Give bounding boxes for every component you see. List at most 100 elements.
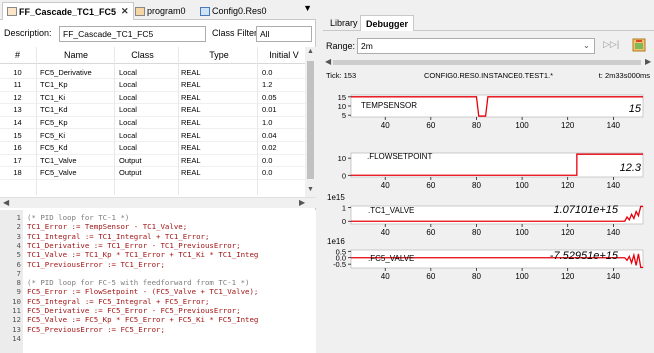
variable-class[interactable]: Local xyxy=(119,118,183,127)
scroll-thumb[interactable] xyxy=(333,60,641,65)
table-row[interactable]: 17 TC1_Valve Output REAL 0.0 xyxy=(0,154,305,166)
variable-type[interactable]: REAL xyxy=(181,118,257,127)
variable-name[interactable]: FC5_Derivative xyxy=(40,68,112,77)
variable-name[interactable]: TC1_Valve xyxy=(40,156,112,165)
variable-name[interactable]: TC1_Ki xyxy=(40,93,112,102)
table-row[interactable]: 12 TC1_Ki Local REAL 0.05 xyxy=(0,91,305,103)
column-header-type[interactable]: Type xyxy=(181,50,257,60)
initial-value[interactable]: 0.01 xyxy=(262,105,305,114)
initial-value[interactable]: 0.02 xyxy=(262,143,305,152)
pause-icon[interactable]: ▷▷| xyxy=(603,39,619,53)
variable-type[interactable]: REAL xyxy=(181,68,257,77)
table-row[interactable]: 13 TC1_Kd Local REAL 0.01 xyxy=(0,104,305,116)
scroll-thumb[interactable] xyxy=(307,61,314,179)
variable-class[interactable]: Local xyxy=(119,80,183,89)
initial-value[interactable]: 1.2 xyxy=(262,80,305,89)
range-select[interactable]: 2m ⌄ xyxy=(357,38,595,54)
code-statement: TC1_Error := TempSensor - TC1_Valve; xyxy=(27,222,188,232)
debug-graph[interactable]: 10040 60 80 100 120 140.FLOWSETPOINT12.3 xyxy=(338,152,644,190)
variable-name[interactable]: TC1_Kp xyxy=(40,80,112,89)
variable-type[interactable]: REAL xyxy=(181,105,257,114)
column-header-name[interactable]: Name xyxy=(40,50,112,60)
row-number[interactable]: 12 xyxy=(0,93,35,102)
description-input[interactable]: FF_Cascade_TC1_FC5 xyxy=(59,26,206,42)
class-filter-select[interactable]: All xyxy=(256,26,312,42)
tab-program0[interactable]: program0 xyxy=(131,2,190,20)
variable-class[interactable]: Local xyxy=(119,143,183,152)
tab-config0-res0[interactable]: Config0.Res0 xyxy=(196,2,271,20)
variable-name[interactable]: FC5_Kd xyxy=(40,143,112,152)
editor-tab-bar: FF_Cascade_TC1_FC5 ✕ program0 Config0.Re… xyxy=(0,0,316,20)
scroll-right-icon[interactable]: ▶ xyxy=(645,57,651,66)
table-row[interactable]: 14 FC5_Kp Local REAL 1.0 xyxy=(0,116,305,128)
scroll-right-icon[interactable]: ▶ xyxy=(299,198,305,207)
timeline-scrollbar[interactable]: ◀ ▶ xyxy=(323,57,654,67)
tab-ff-cascade[interactable]: FF_Cascade_TC1_FC5 ✕ xyxy=(2,2,134,20)
code-editor[interactable]: 1 (* PID loop for TC-1 *) 2 TC1_Error := Te… xyxy=(0,210,316,353)
close-icon[interactable]: ✕ xyxy=(121,6,129,17)
debug-graph[interactable]: 1510540 60 80 100 120 140TEMPSENSOR 15 xyxy=(338,93,644,130)
initial-value[interactable]: 0.0 xyxy=(262,168,305,177)
row-number[interactable]: 14 xyxy=(0,118,35,127)
y-tick-label: 5 xyxy=(342,111,346,120)
scroll-left-icon[interactable]: ◀ xyxy=(325,57,331,66)
variable-class[interactable]: Output xyxy=(119,156,183,165)
variable-type[interactable]: REAL xyxy=(181,80,257,89)
code-line: 3 TC1_Integral := TC1_Integral + TC1_Erro… xyxy=(0,232,316,241)
debug-graph[interactable]: 1 0 40 60 80 100 120 140 1e15 .TC1_VALVE 1.07101e+… xyxy=(327,193,644,237)
initial-value[interactable]: 0.04 xyxy=(262,131,305,140)
row-number[interactable]: 11 xyxy=(0,80,35,89)
initial-value[interactable]: 0.05 xyxy=(262,93,305,102)
debugger-panel: Library Debugger Range: 2m ⌄ ▷▷| ◀ ▶ Tic… xyxy=(323,0,654,353)
variable-class[interactable]: Local xyxy=(119,93,183,102)
table-row[interactable]: 10 FC5_Derivative Local REAL 0.0 xyxy=(0,66,305,78)
graph-settings-icon[interactable] xyxy=(631,37,647,53)
table-row[interactable]: 18 FC5_Valve Output REAL 0.0 xyxy=(0,167,305,179)
variable-type[interactable]: REAL xyxy=(181,93,257,102)
scroll-up-icon[interactable]: ▲ xyxy=(307,48,314,55)
column-header-initial-value[interactable]: Initial V xyxy=(263,50,305,60)
x-tick-label: 80 xyxy=(472,181,481,190)
initial-value[interactable]: 0.0 xyxy=(262,156,305,165)
variable-type[interactable]: REAL xyxy=(181,168,257,177)
tab-list-menu-icon[interactable]: ▼ xyxy=(303,3,312,13)
variable-class[interactable]: Local xyxy=(119,105,183,114)
table-horizontal-scrollbar[interactable]: ◀ ▶ xyxy=(0,197,316,208)
table-row[interactable]: 16 FC5_Kd Local REAL 0.02 xyxy=(0,142,305,154)
line-number: 7 xyxy=(16,268,21,278)
initial-value[interactable]: 0.0 xyxy=(262,68,305,77)
variable-name[interactable]: FC5_Valve xyxy=(40,168,112,177)
initial-value[interactable]: 1.0 xyxy=(262,118,305,127)
line-number: 8 xyxy=(16,278,21,288)
tab-library[interactable]: Library xyxy=(325,15,363,31)
table-row[interactable]: 11 TC1_Kp Local REAL 1.2 xyxy=(0,79,305,91)
code-line: 5 TC1_Valve := TC1_Kp * TC1_Error + TC1_K… xyxy=(0,250,316,259)
line-number: 10 xyxy=(12,296,21,306)
debug-graphs: 1510540 60 80 100 120 140TEMPSENSOR 15 10040 60 8… xyxy=(327,93,644,281)
table-row[interactable]: 15 FC5_Ki Local REAL 0.04 xyxy=(0,129,305,141)
column-header-number[interactable]: # xyxy=(0,50,35,60)
variable-name[interactable]: FC5_Kp xyxy=(40,118,112,127)
column-separator xyxy=(36,47,37,195)
variable-name[interactable]: FC5_Ki xyxy=(40,131,112,140)
debug-graph[interactable]: 0.50.0-0.540 60 80 100 120 1401e16.FC5_VALVE -… xyxy=(327,237,644,281)
row-number[interactable]: 10 xyxy=(0,68,35,77)
variable-type[interactable]: REAL xyxy=(181,156,257,165)
variable-name[interactable]: TC1_Kd xyxy=(40,105,112,114)
tab-debugger[interactable]: Debugger xyxy=(360,15,415,31)
column-header-class[interactable]: Class xyxy=(110,50,175,60)
variable-class[interactable]: Local xyxy=(119,131,183,140)
row-number[interactable]: 17 xyxy=(0,156,35,165)
row-number[interactable]: 16 xyxy=(0,143,35,152)
x-tick-label: 140 xyxy=(607,228,621,237)
table-vertical-scrollbar[interactable]: ▲ ▼ xyxy=(305,47,316,197)
scroll-down-icon[interactable]: ▼ xyxy=(307,186,314,193)
variable-type[interactable]: REAL xyxy=(181,143,257,152)
variable-class[interactable]: Local xyxy=(119,68,183,77)
scroll-left-icon[interactable]: ◀ xyxy=(3,198,9,207)
variable-type[interactable]: REAL xyxy=(181,131,257,140)
row-number[interactable]: 18 xyxy=(0,168,35,177)
row-number[interactable]: 13 xyxy=(0,105,35,114)
row-number[interactable]: 15 xyxy=(0,131,35,140)
variable-class[interactable]: Output xyxy=(119,168,183,177)
